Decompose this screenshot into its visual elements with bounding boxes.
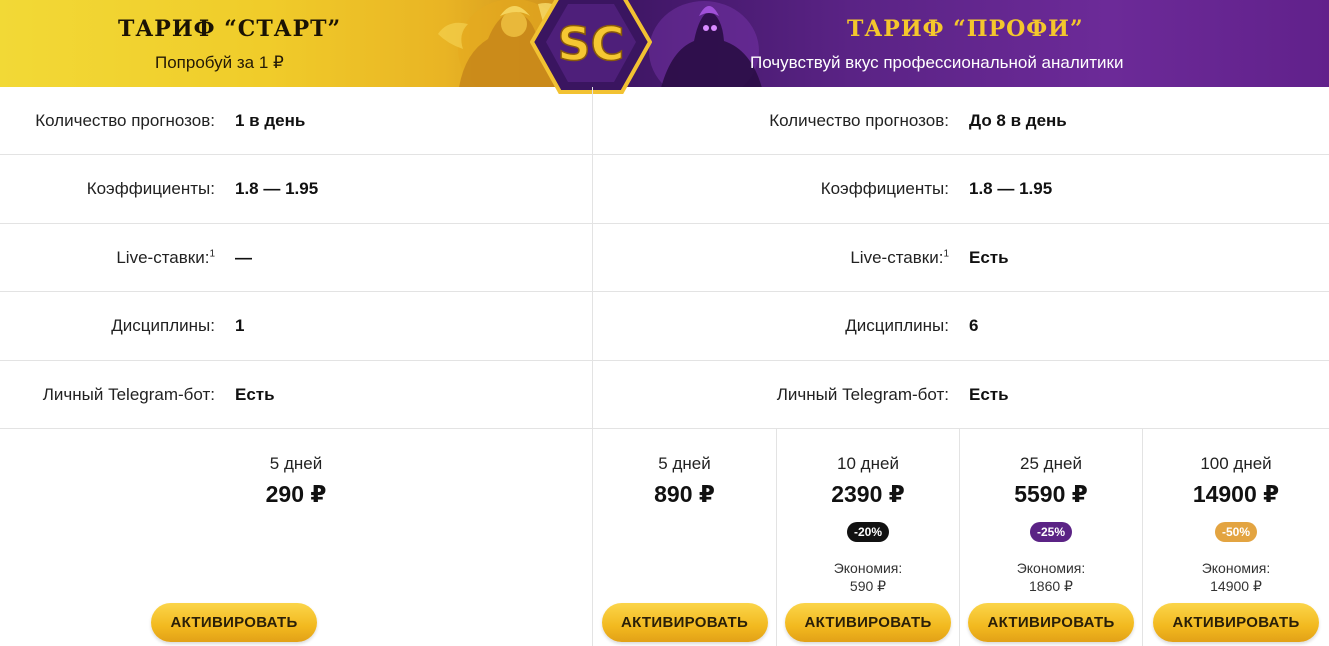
feature-row: Дисциплины: 1 Дисциплины: 6 (0, 292, 1329, 361)
feature-label: Коэффициенты: (820, 179, 949, 199)
feature-label: Количество прогнозов: (769, 111, 949, 130)
footnote-marker[interactable]: 1 (209, 248, 215, 259)
feature-label-text: Live-ставки: (850, 247, 944, 267)
feature-row: Live-ставки:1 — Live-ставки:1 Есть (0, 224, 1329, 293)
feature-label: Дисциплины: (845, 316, 949, 336)
activate-button[interactable]: АКТИВИРОВАТЬ (785, 603, 951, 642)
discount-badge: -50% (1214, 522, 1258, 542)
feature-value: Есть (969, 247, 1009, 267)
feature-label-live: Live-ставки:1 (0, 248, 215, 268)
discount-badge: -25% (1029, 522, 1073, 542)
feature-value: 6 (969, 316, 979, 336)
price-duration: 5 дней (269, 454, 323, 473)
activate-button[interactable]: АКТИВИРОВАТЬ (968, 603, 1134, 642)
feature-label-text: Live-ставки: (116, 247, 210, 267)
feature-value: 1 (235, 316, 245, 336)
start-plan-title: ТАРИФ “СТАРТ” (118, 16, 342, 42)
price-duration: 5 дней (658, 454, 711, 473)
feature-label: Личный Telegram-бот: (776, 384, 949, 404)
pricing-section: 5 дней 290 ₽ АКТИВИРОВАТЬ 5 дней 890 ₽ А… (0, 429, 1329, 646)
feature-value: 1.8 — 1.95 (969, 179, 1053, 199)
feature-row: Количество прогнозов: 1 в день Количеств… (0, 87, 1329, 156)
footnote-marker[interactable]: 1 (943, 248, 949, 259)
savings-value: 14900 ₽ (1210, 578, 1262, 594)
logo-text: SC (558, 17, 625, 71)
feature-label-live: Live-ставки:1 (734, 248, 949, 268)
savings-value: 1860 ₽ (1029, 578, 1073, 594)
feature-value: — (235, 247, 252, 267)
start-plan-header: ТАРИФ “СТАРТ” Попробуй за 1 ₽ (0, 0, 592, 87)
discount-badge: -20% (846, 522, 890, 542)
feature-label: Коэффициенты: (86, 179, 215, 199)
feature-value: До 8 в день (969, 111, 1067, 130)
sc-logo: SC (530, 0, 652, 94)
price-option-profi-5: 5 дней 890 ₽ АКТИВИРОВАТЬ (592, 429, 776, 646)
profi-plan-header: ТАРИФ “ПРОФИ” Почувствуй вкус профессион… (592, 0, 1329, 87)
feature-value: Есть (235, 384, 275, 404)
dark-hero-illustration (649, 1, 762, 87)
price-amount: 2390 ₽ (831, 481, 905, 507)
price-option-profi-25: 25 дней 5590 ₽ -25% Экономия: 1860 ₽ АКТ… (959, 429, 1142, 646)
feature-label: Дисциплины: (111, 316, 215, 336)
features-table: Количество прогнозов: 1 в день Количеств… (0, 87, 1329, 429)
price-duration: 25 дней (1020, 454, 1082, 473)
price-amount: 5590 ₽ (1014, 481, 1088, 507)
savings-label: Экономия: (1016, 560, 1086, 576)
savings-value: 590 ₽ (849, 578, 887, 594)
savings-label: Экономия: (1201, 560, 1271, 576)
feature-label: Личный Telegram-бот: (42, 384, 215, 404)
price-option-start-5: 5 дней 290 ₽ АКТИВИРОВАТЬ (0, 429, 592, 646)
savings-label: Экономия: (833, 560, 903, 576)
price-duration: 10 дней (837, 454, 899, 473)
feature-value: 1 в день (235, 111, 306, 130)
profi-plan-title: ТАРИФ “ПРОФИ” (847, 16, 1084, 42)
start-plan-subtitle: Попробуй за 1 ₽ (155, 53, 284, 72)
price-option-profi-100: 100 дней 14900 ₽ -50% Экономия: 14900 ₽ … (1142, 429, 1329, 646)
activate-button[interactable]: АКТИВИРОВАТЬ (1153, 603, 1319, 642)
feature-value: 1.8 — 1.95 (235, 179, 319, 199)
price-option-profi-10: 10 дней 2390 ₽ -20% Экономия: 590 ₽ АКТИ… (776, 429, 959, 646)
price-duration: 100 дней (1200, 454, 1272, 473)
price-amount: 290 ₽ (265, 481, 327, 507)
profi-plan-subtitle: Почувствуй вкус профессиональной аналити… (750, 53, 1124, 72)
activate-button[interactable]: АКТИВИРОВАТЬ (601, 603, 768, 642)
price-amount: 890 ₽ (654, 481, 715, 507)
price-amount: 14900 ₽ (1192, 481, 1280, 507)
feature-row: Коэффициенты: 1.8 — 1.95 Коэффициенты: 1… (0, 155, 1329, 224)
feature-label: Количество прогнозов: (35, 111, 215, 130)
activate-button[interactable]: АКТИВИРОВАТЬ (151, 603, 317, 642)
feature-row: Личный Telegram-бот: Есть Личный Telegra… (0, 361, 1329, 429)
plans-banner: ТАРИФ “СТАРТ” Попробуй за 1 ₽ ТАРИФ “ПРО… (0, 0, 1329, 94)
feature-value: Есть (969, 384, 1009, 404)
